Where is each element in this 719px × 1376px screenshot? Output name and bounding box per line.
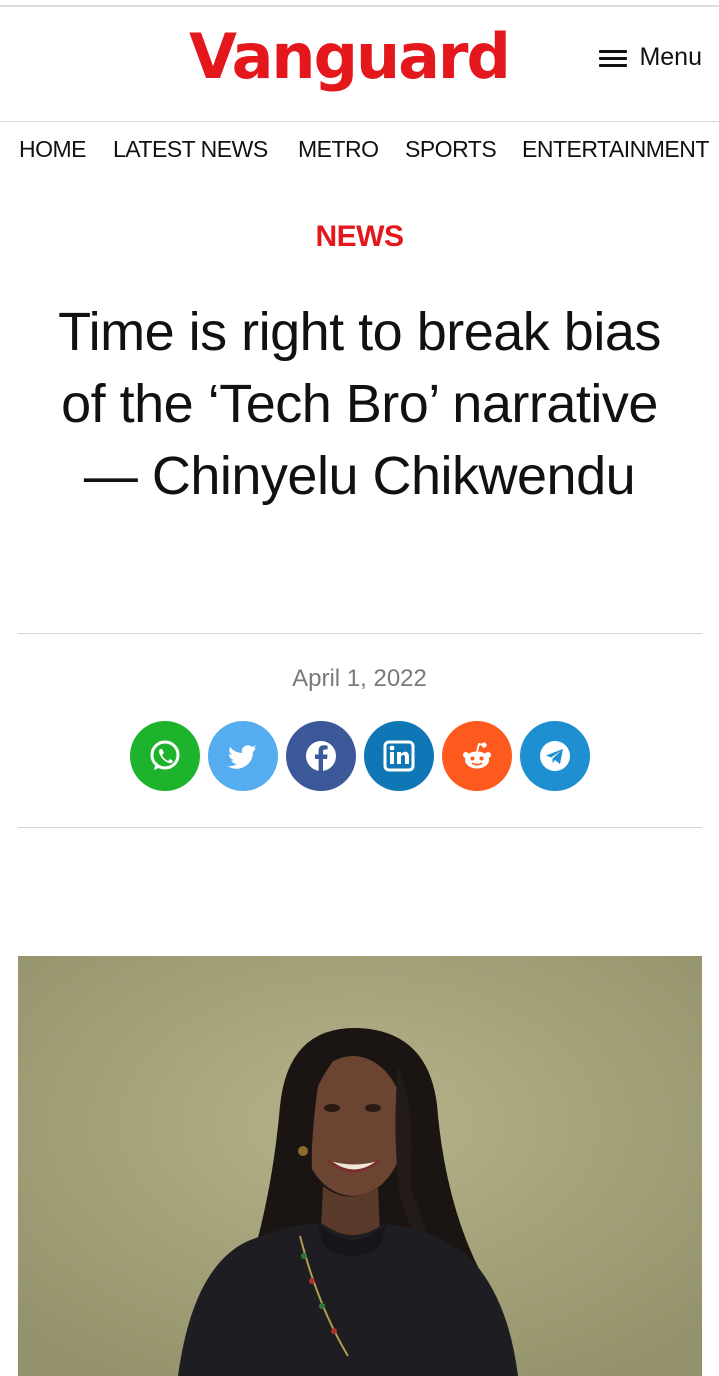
divider-bottom xyxy=(18,827,702,828)
menu-label: Menu xyxy=(639,43,702,71)
share-buttons xyxy=(130,721,590,791)
article-date: April 1, 2022 xyxy=(292,665,427,692)
nav-item-latest-news[interactable]: LATEST NEWS xyxy=(113,136,268,163)
share-reddit-button[interactable] xyxy=(442,721,512,791)
article-category[interactable]: NEWS xyxy=(0,220,719,254)
nav-item-sports[interactable]: SPORTS xyxy=(405,136,497,163)
telegram-icon xyxy=(540,741,570,771)
nav-item-home[interactable]: HOME xyxy=(19,136,87,163)
share-linkedin-button[interactable] xyxy=(364,721,434,791)
linkedin-icon xyxy=(383,740,415,772)
share-telegram-button[interactable] xyxy=(520,721,590,791)
primary-nav: HOME LATEST NEWS METRO SPORTS ENTERTAINM… xyxy=(0,122,719,178)
share-twitter-button[interactable] xyxy=(208,721,278,791)
article-featured-image xyxy=(18,956,702,1376)
article-title: Time is right to break bias of the ‘Tech… xyxy=(58,302,661,506)
facebook-icon xyxy=(306,741,336,771)
share-whatsapp-button[interactable] xyxy=(130,721,200,791)
twitter-icon xyxy=(227,745,257,769)
menu-button[interactable]: Menu xyxy=(599,43,702,72)
site-header: Vanguard Menu xyxy=(0,7,719,122)
nav-item-entertainment[interactable]: ENTERTAINMENT xyxy=(522,136,709,163)
reddit-icon xyxy=(463,742,491,769)
portrait-illustration xyxy=(18,956,702,1376)
site-logo[interactable]: Vanguard xyxy=(189,17,511,97)
whatsapp-icon xyxy=(150,740,180,770)
hamburger-icon xyxy=(599,48,628,68)
divider-top xyxy=(18,633,702,634)
share-facebook-button[interactable] xyxy=(286,721,356,791)
nav-item-metro[interactable]: METRO xyxy=(298,136,379,163)
